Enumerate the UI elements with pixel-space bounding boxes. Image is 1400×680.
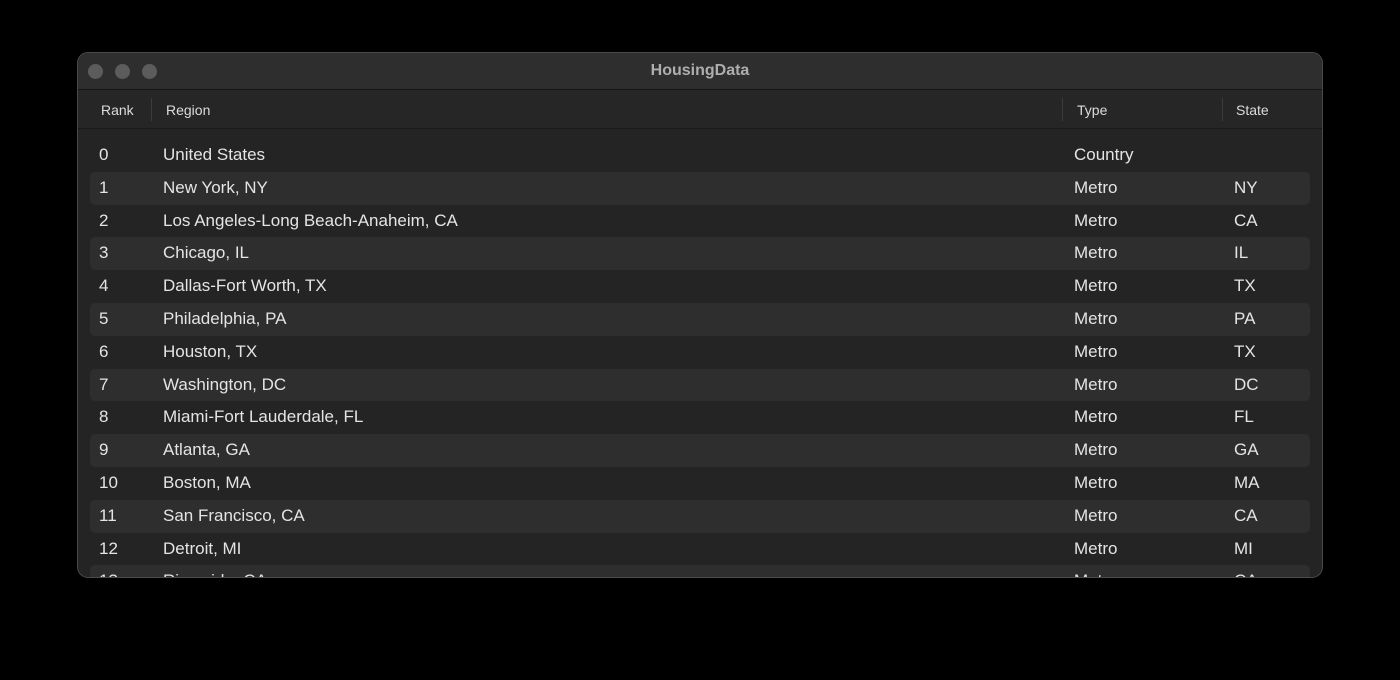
rank-cell: 0 <box>99 145 109 164</box>
rank-cell: 1 <box>99 177 109 197</box>
table-row[interactable]: 2 Los Angeles-Long Beach-Anaheim, CA Metro… <box>90 205 1310 238</box>
state-cell: TX <box>1234 276 1256 296</box>
region-cell: Miami-Fort Lauderdale, FL <box>163 407 364 427</box>
type-cell: Metro <box>1074 210 1118 230</box>
table-header: Rank Region Type State <box>78 90 1322 129</box>
state-cell: TX <box>1234 341 1256 361</box>
type-cell: Metro <box>1074 440 1118 460</box>
rank-cell: 4 <box>99 276 109 296</box>
type-cell: Metro <box>1074 538 1118 558</box>
rank-cell: 8 <box>99 407 109 427</box>
column-header-rank[interactable]: Rank <box>101 102 134 118</box>
type-cell: Metro <box>1074 243 1118 263</box>
region-cell: Dallas-Fort Worth, TX <box>163 276 327 296</box>
state-cell: GA <box>1234 440 1259 460</box>
column-header-type[interactable]: Type <box>1077 102 1107 118</box>
region-cell: Detroit, MI <box>163 538 242 558</box>
rank-cell: 3 <box>99 243 109 263</box>
column-header-state[interactable]: State <box>1236 102 1269 118</box>
rank-cell: 11 <box>99 505 117 525</box>
rank-cell: 12 <box>99 538 118 558</box>
region-cell: Philadelphia, PA <box>163 308 287 328</box>
region-cell: Los Angeles-Long Beach-Anaheim, CA <box>163 210 458 230</box>
type-cell: Metro <box>1074 276 1118 296</box>
table-row[interactable]: 4 Dallas-Fort Worth, TX Metro TX <box>90 270 1310 303</box>
region-cell: Chicago, IL <box>163 243 249 263</box>
type-cell: Metro <box>1074 177 1118 197</box>
state-cell: NY <box>1234 177 1258 197</box>
state-cell: CA <box>1234 210 1258 230</box>
state-cell: MI <box>1234 538 1253 558</box>
type-cell: Metro <box>1074 571 1117 577</box>
rank-cell: 10 <box>99 472 118 492</box>
table-body[interactable]: 0 United States Country 1 New York, NY Metro N… <box>78 129 1322 577</box>
type-cell: Metro <box>1074 505 1118 525</box>
table-rows: 0 United States Country 1 New York, NY Metro N… <box>90 139 1310 577</box>
app-window: HousingData Rank Region Type State 0 Unit… <box>77 52 1323 578</box>
column-divider[interactable] <box>1222 98 1223 121</box>
type-cell: Country <box>1074 145 1134 164</box>
table-row[interactable]: 0 United States Country <box>90 139 1310 172</box>
rank-cell: 6 <box>99 341 109 361</box>
title-bar[interactable]: HousingData <box>78 53 1322 90</box>
state-cell: DC <box>1234 374 1259 394</box>
state-cell: CA <box>1234 571 1258 577</box>
region-cell: Boston, MA <box>163 472 251 492</box>
table-row[interactable]: 1 New York, NY Metro NY <box>90 171 1310 205</box>
type-cell: Metro <box>1074 308 1118 328</box>
region-cell: San Francisco, CA <box>163 505 305 525</box>
type-cell: Metro <box>1074 472 1118 492</box>
table-row[interactable]: 3 Chicago, IL Metro IL <box>90 237 1310 271</box>
rank-cell: 9 <box>99 440 109 460</box>
region-cell: Houston, TX <box>163 341 258 361</box>
region-cell: United States <box>163 145 266 164</box>
table-row[interactable]: 13 Riverside, CA Metro CA <box>90 565 1310 577</box>
type-cell: Metro <box>1074 374 1118 394</box>
state-cell: CA <box>1234 505 1258 525</box>
region-cell: New York, NY <box>163 177 268 197</box>
column-divider[interactable] <box>151 98 152 121</box>
column-header-region[interactable]: Region <box>166 102 210 118</box>
rank-cell: 13 <box>99 571 118 577</box>
state-cell: FL <box>1234 407 1254 427</box>
table-row[interactable]: 10 Boston, MA Metro MA <box>90 467 1310 500</box>
region-cell: Washington, DC <box>163 374 287 394</box>
rank-cell: 2 <box>99 210 109 230</box>
state-cell: PA <box>1234 308 1256 328</box>
rank-cell: 5 <box>99 308 109 328</box>
region-cell: Atlanta, GA <box>163 440 250 460</box>
rank-cell: 7 <box>99 374 109 394</box>
table-row[interactable]: 11 San Francisco, CA Metro CA <box>90 499 1310 533</box>
table-row[interactable]: 6 Houston, TX Metro TX <box>90 336 1310 369</box>
column-divider[interactable] <box>1062 98 1063 121</box>
state-cell: IL <box>1234 243 1249 263</box>
region-cell: Riverside, CA <box>163 571 267 577</box>
table-row[interactable]: 5 Philadelphia, PA Metro PA <box>90 302 1310 336</box>
state-cell: MA <box>1234 472 1260 492</box>
table-row[interactable]: 9 Atlanta, GA Metro GA <box>90 434 1310 467</box>
type-cell: Metro <box>1074 341 1118 361</box>
type-cell: Metro <box>1074 407 1118 427</box>
table-row[interactable]: 8 Miami-Fort Lauderdale, FL Metro FL <box>90 401 1310 434</box>
table-row[interactable]: 7 Washington, DC Metro DC <box>90 368 1310 402</box>
window-title: HousingData <box>650 62 750 79</box>
table-row[interactable]: 12 Detroit, MI Metro MI <box>90 533 1310 566</box>
